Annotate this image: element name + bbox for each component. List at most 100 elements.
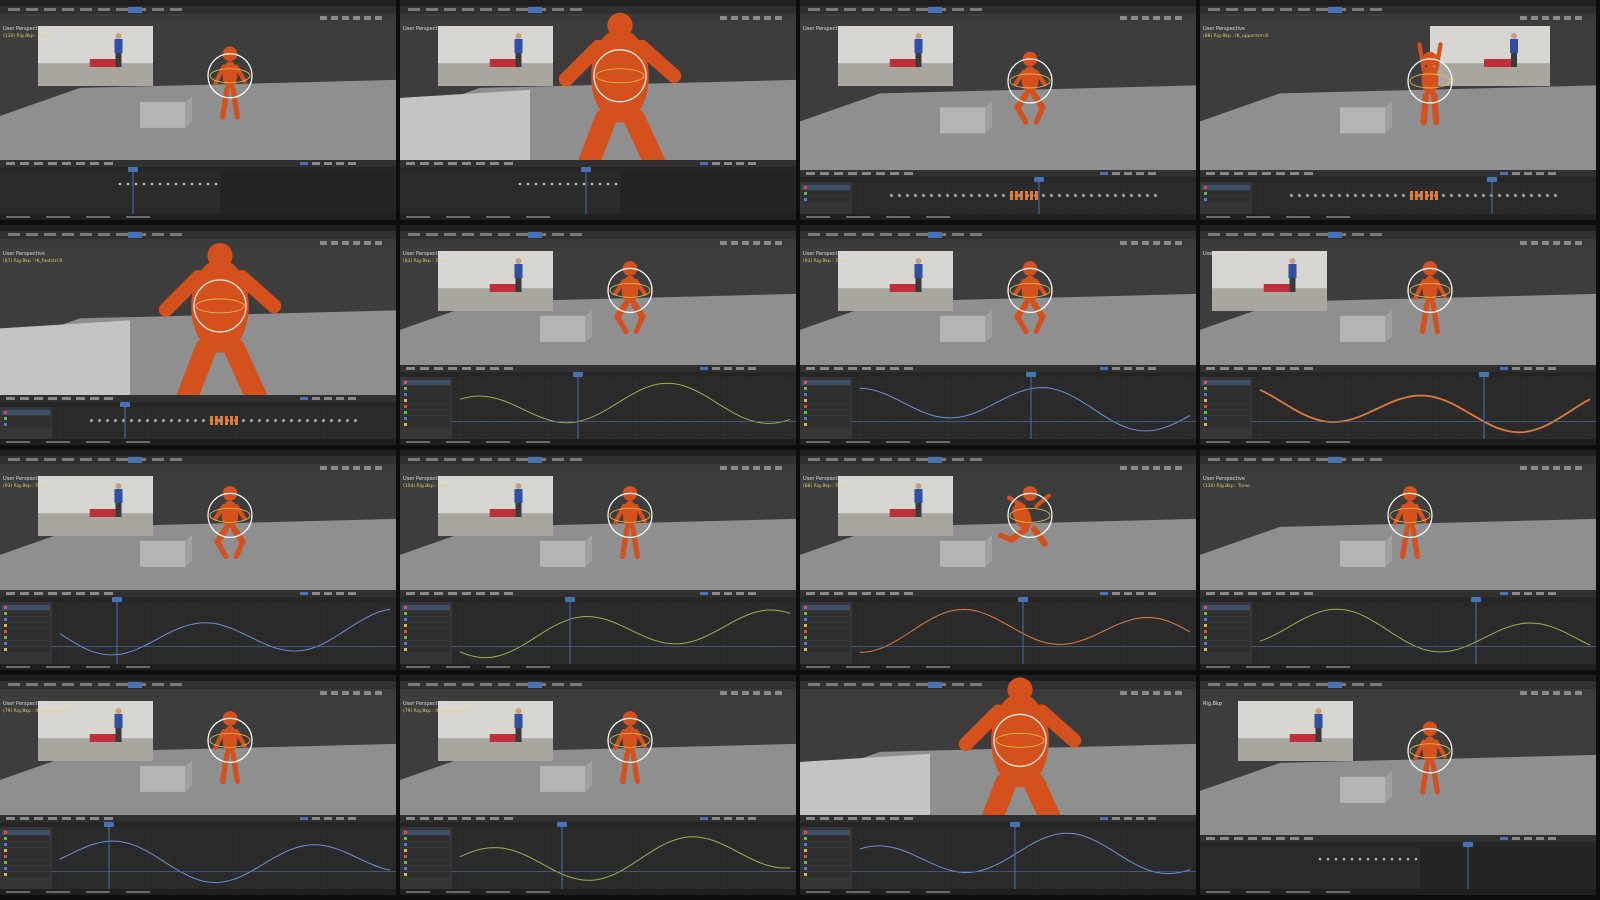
menu-item[interactable] xyxy=(916,458,928,461)
menu-item[interactable] xyxy=(8,233,20,236)
editor-tool-button[interactable] xyxy=(1512,172,1520,175)
editor-area[interactable] xyxy=(0,407,396,439)
keyframe[interactable] xyxy=(1382,857,1386,861)
channel-row[interactable] xyxy=(402,623,450,628)
editor-menu-item[interactable] xyxy=(1262,172,1271,175)
frame-ruler[interactable] xyxy=(400,822,796,827)
editor-menu-item[interactable] xyxy=(48,162,57,165)
menu-item[interactable] xyxy=(1262,683,1274,686)
editor-menu-item[interactable] xyxy=(490,162,499,165)
menu-item[interactable] xyxy=(1262,233,1274,236)
workspace-tab-active[interactable] xyxy=(928,457,942,463)
channel-row[interactable] xyxy=(402,848,450,853)
menu-item[interactable] xyxy=(462,233,474,236)
editor-tool-button[interactable] xyxy=(336,397,344,400)
viewport-shading-button[interactable] xyxy=(375,691,382,695)
menu-item[interactable] xyxy=(844,8,856,11)
editor-tool-button[interactable] xyxy=(1136,592,1144,595)
keyframe[interactable] xyxy=(1334,857,1338,861)
editor-tool-button[interactable] xyxy=(1112,817,1120,820)
selected-keyframe[interactable] xyxy=(1020,191,1023,200)
menu-item[interactable] xyxy=(480,683,492,686)
frame-ruler[interactable] xyxy=(400,167,796,172)
editor-menu-item[interactable] xyxy=(1234,837,1243,840)
viewport-shading-button[interactable] xyxy=(753,16,760,20)
viewport-shading-button[interactable] xyxy=(1164,466,1171,470)
editor-menu-item[interactable] xyxy=(806,592,815,595)
editor-menu-item[interactable] xyxy=(1304,172,1313,175)
editor-menu-item[interactable] xyxy=(1290,837,1299,840)
editor-menu-item[interactable] xyxy=(48,397,57,400)
menu-item[interactable] xyxy=(1316,233,1328,236)
editor-tool-button[interactable] xyxy=(700,367,708,370)
menu-item[interactable] xyxy=(1316,8,1328,11)
viewport-shading-button[interactable] xyxy=(331,241,338,245)
channel-row[interactable] xyxy=(402,866,450,871)
menu-item[interactable] xyxy=(898,233,910,236)
menu-item[interactable] xyxy=(116,8,128,11)
menu-item[interactable] xyxy=(8,458,20,461)
editor-menu-item[interactable] xyxy=(62,397,71,400)
selected-keyframe[interactable] xyxy=(220,416,223,425)
channel-row[interactable] xyxy=(2,611,50,616)
editor-tool-button[interactable] xyxy=(300,162,308,165)
editor-menu-item[interactable] xyxy=(34,592,43,595)
viewport-shading-button[interactable] xyxy=(742,241,749,245)
editor-tool-button[interactable] xyxy=(1536,837,1544,840)
channel-row[interactable] xyxy=(802,872,850,877)
viewport-shading-button[interactable] xyxy=(1175,16,1182,20)
channel-row[interactable] xyxy=(2,605,50,610)
frame-ruler[interactable] xyxy=(1200,842,1596,847)
viewport-shading-button[interactable] xyxy=(1553,241,1560,245)
workspace-tab-active[interactable] xyxy=(1328,457,1342,463)
menu-item[interactable] xyxy=(44,233,56,236)
editor-tool-button[interactable] xyxy=(1124,367,1132,370)
viewport-shading-button[interactable] xyxy=(1531,16,1538,20)
current-frame-indicator[interactable] xyxy=(120,402,130,407)
viewport-shading-button[interactable] xyxy=(1520,16,1527,20)
menu-item[interactable] xyxy=(44,458,56,461)
keyframe[interactable] xyxy=(150,182,154,186)
viewport-shading-button[interactable] xyxy=(320,16,327,20)
menu-item[interactable] xyxy=(952,458,964,461)
selected-keyframe[interactable] xyxy=(1030,191,1033,200)
current-frame-indicator[interactable] xyxy=(573,372,583,377)
top-menu-bar[interactable] xyxy=(1200,681,1596,689)
editor-tool-button[interactable] xyxy=(1148,172,1156,175)
editor-tool-button[interactable] xyxy=(700,162,708,165)
menu-item[interactable] xyxy=(26,458,38,461)
editor-menu-item[interactable] xyxy=(1234,592,1243,595)
editor-menu-item[interactable] xyxy=(904,592,913,595)
menu-item[interactable] xyxy=(1316,458,1328,461)
menu-item[interactable] xyxy=(1280,8,1292,11)
editor-tool-button[interactable] xyxy=(748,592,756,595)
menu-item[interactable] xyxy=(826,8,838,11)
channel-row[interactable] xyxy=(2,629,50,634)
editor-tool-button[interactable] xyxy=(300,817,308,820)
menu-item[interactable] xyxy=(970,683,982,686)
keyframe[interactable] xyxy=(158,182,162,186)
editor-menu-item[interactable] xyxy=(876,592,885,595)
editor-menu-item[interactable] xyxy=(1206,592,1215,595)
viewport-shading-button[interactable] xyxy=(753,241,760,245)
editor-menu-item[interactable] xyxy=(62,817,71,820)
editor-menu-item[interactable] xyxy=(476,162,485,165)
current-frame-indicator[interactable] xyxy=(1018,597,1028,602)
editor-menu-item[interactable] xyxy=(504,367,513,370)
editor-menu-item[interactable] xyxy=(6,162,15,165)
editor-area[interactable] xyxy=(800,827,1196,889)
top-menu-bar[interactable] xyxy=(0,6,396,14)
channel-row[interactable] xyxy=(402,647,450,652)
menu-item[interactable] xyxy=(570,8,582,11)
editor-menu-item[interactable] xyxy=(848,367,857,370)
workspace-tab-active[interactable] xyxy=(928,7,942,13)
editor-menu-item[interactable] xyxy=(1206,367,1215,370)
menu-item[interactable] xyxy=(516,683,528,686)
menu-item[interactable] xyxy=(570,683,582,686)
channel-row[interactable] xyxy=(402,386,450,391)
editor-menu-item[interactable] xyxy=(806,172,815,175)
menu-item[interactable] xyxy=(116,233,128,236)
viewport-shading-button[interactable] xyxy=(720,16,727,20)
viewport-shading-button[interactable] xyxy=(1564,466,1571,470)
editor-menu-item[interactable] xyxy=(476,817,485,820)
